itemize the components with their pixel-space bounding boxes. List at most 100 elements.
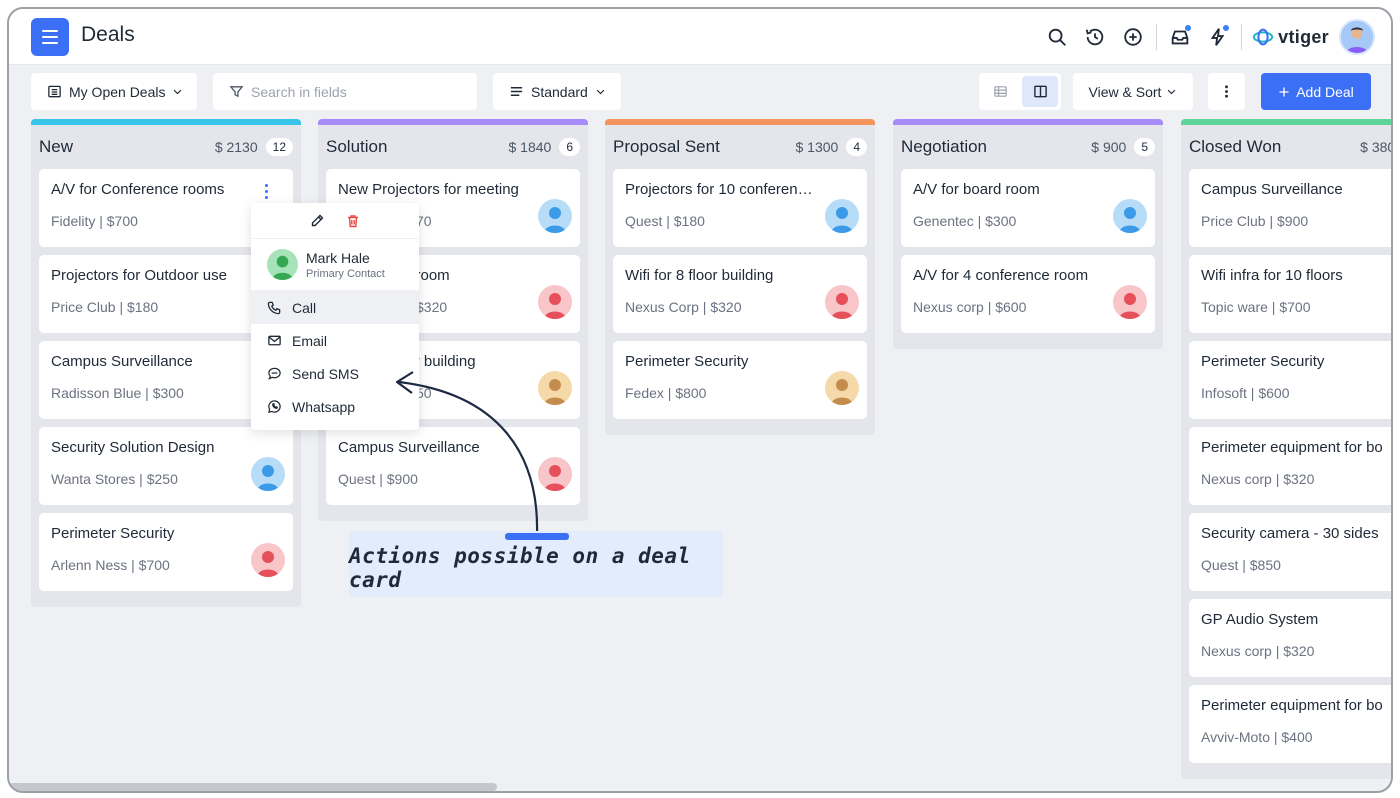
owner-avatar (825, 285, 859, 319)
deal-subtitle: Infosoft | $600 (1201, 385, 1290, 401)
owner-avatar (825, 371, 859, 405)
deal-subtitle: Nexus Corp | $320 (625, 299, 742, 315)
deal-card[interactable]: Perimeter Security Fedex | $800 (613, 341, 867, 419)
deal-subtitle: Genentec | $300 (913, 213, 1017, 229)
owner-avatar (825, 199, 859, 233)
vtiger-logo-icon (1252, 28, 1274, 46)
top-bar: Deals vtiger (9, 9, 1391, 65)
add-circle-icon[interactable] (1114, 18, 1152, 56)
deal-card[interactable]: A/V for board room Genentec | $300 (901, 169, 1155, 247)
search-icon[interactable] (1038, 18, 1076, 56)
deal-title: A/V for Conference rooms (51, 181, 225, 198)
column-name: Proposal Sent (613, 137, 720, 156)
deal-card[interactable]: Perimeter equipment for bo Avviv-Moto | $… (1189, 685, 1391, 763)
view-toggle (979, 73, 1061, 110)
deal-subtitle: Radisson Blue | $300 (51, 385, 184, 401)
sort-label: View & Sort (1088, 83, 1162, 100)
call-action[interactable]: Call (251, 291, 419, 324)
deal-title: New Projectors for meeting (338, 181, 519, 198)
owner-avatar (1113, 199, 1147, 233)
deal-card[interactable]: Campus Surveillance Price Club | $900 (1189, 169, 1391, 247)
filter-label: My Open Deals (69, 83, 166, 100)
menu-button[interactable] (31, 18, 69, 56)
column-name: New (39, 137, 74, 156)
column-meta: $ 900 5 (1091, 138, 1155, 156)
more-options-button[interactable] (1208, 73, 1245, 110)
email-action[interactable]: Email (251, 324, 419, 357)
deal-subtitle: Price Club | $900 (1201, 213, 1309, 229)
search-input[interactable]: Search in fields (213, 73, 477, 110)
kanban-view-button[interactable] (1022, 76, 1058, 107)
add-deal-button[interactable]: Add Deal (1261, 73, 1371, 110)
deal-title: Perimeter equipment for bo (1201, 697, 1383, 714)
column-name: Negotiation (901, 137, 988, 156)
user-avatar[interactable] (1339, 19, 1375, 55)
list-view-button[interactable] (982, 76, 1018, 107)
column-header: Closed Won $ 3800 (1189, 125, 1391, 169)
deal-card[interactable]: Perimeter equipment for bo Nexus corp | $… (1189, 427, 1391, 505)
deal-card[interactable]: Wifi for 8 floor building Nexus Corp | $3… (613, 255, 867, 333)
column-meta: $ 1840 6 (508, 138, 580, 156)
brand-logo: vtiger (1252, 26, 1329, 48)
column-header: New $ 2130 12 (39, 125, 293, 169)
filter-dropdown[interactable]: My Open Deals (31, 73, 197, 110)
column-amount: $ 900 (1091, 139, 1127, 155)
deal-subtitle: Topic ware | $700 (1201, 299, 1311, 315)
view-label: Standard (531, 83, 588, 100)
column-won: Closed Won $ 3800 Campus Surveillance Price… (1181, 119, 1391, 779)
deal-title: Perimeter Security (51, 525, 175, 542)
sms-label: Send SMS (292, 365, 359, 382)
deal-title: Wifi infra for 10 floors (1201, 267, 1343, 284)
top-icons: vtiger (1038, 9, 1391, 65)
inbox-icon[interactable] (1161, 18, 1199, 56)
owner-avatar (538, 285, 572, 319)
deal-card[interactable]: Perimeter Security Infosoft | $600 (1189, 341, 1391, 419)
deal-title: A/V for board room (913, 181, 1040, 198)
card-menu-icon[interactable] (259, 181, 273, 201)
lightning-icon[interactable] (1199, 18, 1237, 56)
edit-pencil-icon[interactable] (309, 213, 325, 229)
columns-icon (1033, 85, 1047, 98)
deal-card[interactable]: A/V for 4 conference room Nexus corp | $6… (901, 255, 1155, 333)
deal-subtitle: Nexus corp | $320 (1201, 471, 1315, 487)
view-sort-dropdown[interactable]: View & Sort (1073, 73, 1193, 110)
deal-card[interactable]: Security camera - 30 sides Quest | $850 (1189, 513, 1391, 591)
table-icon (993, 86, 1007, 97)
chevron-down-icon (1168, 89, 1176, 95)
email-label: Email (292, 332, 328, 349)
view-dropdown[interactable]: Standard (493, 73, 621, 110)
history-icon[interactable] (1076, 18, 1114, 56)
deal-subtitle: Quest | $850 (1201, 557, 1281, 573)
deal-subtitle: Fedex | $800 (625, 385, 707, 401)
primary-contact[interactable]: Mark Hale Primary Contact (251, 239, 419, 291)
column-amount: $ 2130 (214, 139, 258, 155)
deal-card[interactable]: GP Audio System Nexus corp | $320 (1189, 599, 1391, 677)
annotation-arrow (395, 371, 539, 535)
list-icon (48, 85, 61, 98)
deal-title: Wifi for 8 floor building (625, 267, 774, 284)
deal-title: Security Solution Design (51, 439, 215, 456)
deal-title: Perimeter Security (625, 353, 749, 370)
owner-avatar (251, 457, 285, 491)
column-amount: $ 3800 (1360, 139, 1391, 155)
contact-role: Primary Contact (306, 267, 385, 280)
annotation-text: Actions possible on a deal card (349, 544, 691, 592)
deal-card[interactable]: Projectors for 10 conference ro... Quest … (613, 169, 867, 247)
horizontal-scrollbar[interactable] (9, 783, 497, 791)
deal-card[interactable]: Security Solution Design Wanta Stores | $… (39, 427, 293, 505)
page-title: Deals (81, 23, 135, 46)
deal-card[interactable]: Perimeter Security Arlenn Ness | $700 (39, 513, 293, 591)
sms-icon (268, 367, 281, 380)
delete-trash-icon[interactable] (345, 213, 361, 229)
column-meta: $ 2130 12 (215, 138, 293, 156)
deal-title: Perimeter Security (1201, 353, 1325, 370)
deal-subtitle: Quest | $180 (625, 213, 705, 229)
contact-info: Mark Hale Primary Contact (306, 250, 385, 280)
deal-card[interactable]: Wifi infra for 10 floors Topic ware | $70… (1189, 255, 1391, 333)
whatsapp-icon (268, 400, 281, 413)
separator (1156, 24, 1158, 50)
app-frame: Deals vtiger My Open Deals Search in fie… (7, 7, 1393, 793)
annotation-handle (505, 533, 569, 540)
column-count-badge: 4 (846, 138, 867, 156)
column-count-badge: 12 (265, 138, 293, 156)
